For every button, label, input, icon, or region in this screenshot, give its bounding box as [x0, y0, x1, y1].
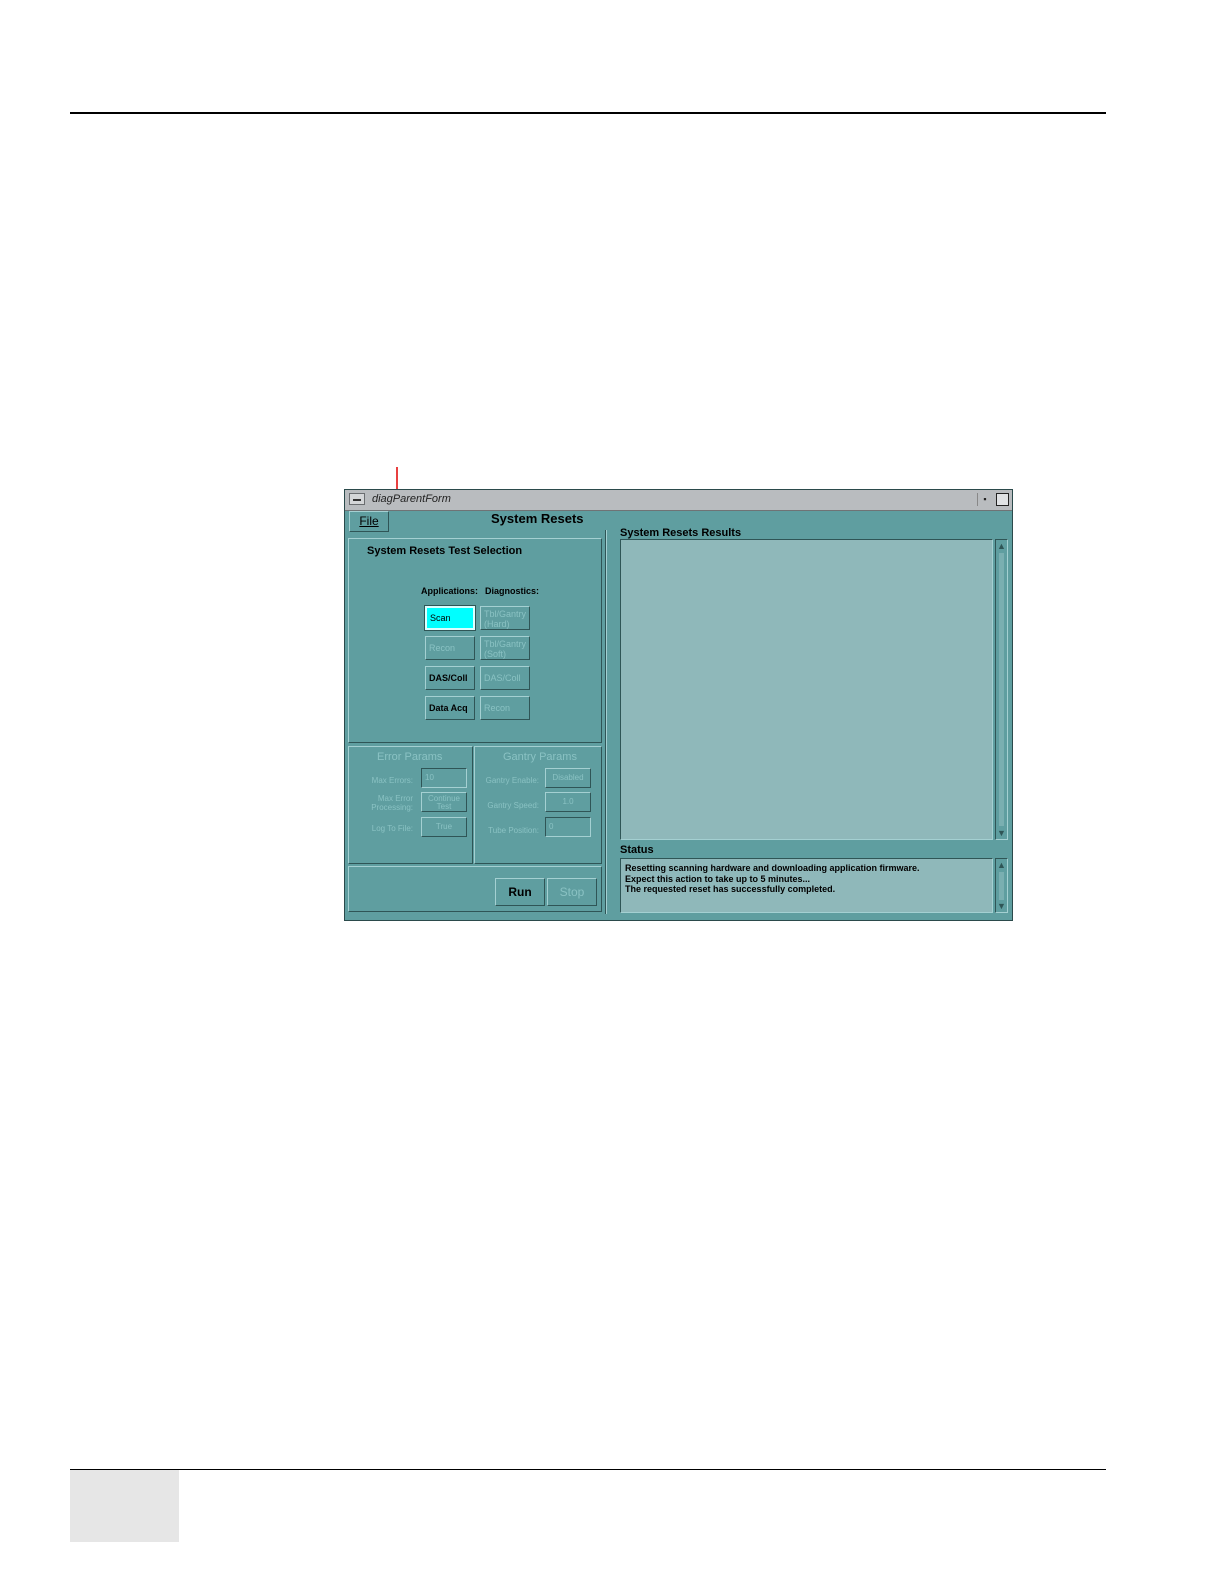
diag-parent-window: diagParentForm ▪ File System Resets Syst… [344, 489, 1013, 921]
max-errors-label: Max Errors: [371, 776, 413, 785]
page-bottom-rule [70, 1469, 1106, 1470]
results-scrollbar[interactable]: ▲ ▼ [995, 539, 1008, 840]
status-scroll-track[interactable] [999, 872, 1004, 900]
log-to-file-button[interactable]: True [421, 817, 467, 837]
page-top-rule [70, 112, 1106, 114]
tube-position-field[interactable]: 0 [545, 817, 591, 837]
status-line: The requested reset has successfully com… [625, 884, 836, 894]
gantry-params-title: Gantry Params [503, 751, 577, 763]
status-line: Expect this action to take up to 5 minut… [625, 873, 811, 884]
action-panel: Run Stop [348, 866, 602, 912]
minimize-icon[interactable]: ▪ [977, 493, 992, 506]
window-title: diagParentForm [372, 493, 451, 505]
file-menu-button[interactable]: File [349, 511, 389, 532]
scroll-up-icon[interactable]: ▲ [997, 541, 1006, 551]
maximize-icon[interactable] [996, 493, 1009, 506]
max-errors-field[interactable]: 10 [421, 768, 467, 788]
panel-divider [605, 530, 607, 914]
gantry-params-panel: Gantry Params Gantry Enable: Disabled Ga… [474, 746, 602, 864]
page-footer-tab [70, 1470, 179, 1542]
results-title: System Resets Results [620, 527, 742, 539]
test-selection-title: System Resets Test Selection [367, 545, 523, 557]
max-error-processing-label: Max Error Processing: [351, 794, 413, 812]
max-error-processing-label-line1: Max Error [377, 794, 413, 803]
diagnostics-header: Diagnostics: [485, 586, 540, 596]
gantry-speed-button[interactable]: 1.0 [545, 792, 591, 812]
results-text-area[interactable] [620, 539, 993, 840]
diag-tbl-gantry-soft-button[interactable]: Tbl/Gantry (Soft) [480, 636, 530, 660]
gantry-enable-button[interactable]: Disabled [545, 768, 591, 788]
results-scroll-track[interactable] [999, 553, 1004, 826]
log-to-file-label: Log To File: [371, 824, 413, 833]
max-error-processing-value-line2: Test [436, 802, 452, 811]
diag-tbl-gantry-soft-line1: Tbl/Gantry [484, 639, 527, 649]
app-data-acq-button[interactable]: Data Acq [425, 696, 475, 720]
run-button[interactable]: Run [495, 878, 545, 906]
diag-tbl-gantry-hard-button[interactable]: Tbl/Gantry (Hard) [480, 606, 530, 630]
test-selection-panel: System Resets Test Selection Application… [348, 538, 602, 743]
error-params-title: Error Params [377, 751, 443, 763]
error-params-panel: Error Params Max Errors: 10 Max Error Pr… [348, 746, 473, 864]
max-error-processing-button[interactable]: Continue Test [421, 792, 467, 812]
applications-header: Applications: [421, 586, 479, 596]
diag-tbl-gantry-hard-line1: Tbl/Gantry [484, 609, 527, 619]
scroll-down-icon[interactable]: ▼ [997, 828, 1006, 838]
app-das-coll-button[interactable]: DAS/Coll [425, 666, 475, 690]
gantry-enable-label: Gantry Enable: [485, 776, 539, 785]
scroll-down-icon[interactable]: ▼ [997, 901, 1006, 911]
diag-tbl-gantry-hard-line2: (Hard) [484, 619, 510, 629]
diag-recon-button[interactable]: Recon [480, 696, 530, 720]
status-text-area[interactable]: Resetting scanning hardware and download… [620, 858, 993, 913]
app-recon-button[interactable]: Recon [425, 636, 475, 660]
scroll-up-icon[interactable]: ▲ [997, 860, 1006, 870]
window-titlebar[interactable]: diagParentForm ▪ [345, 490, 1012, 511]
diag-das-coll-button[interactable]: DAS/Coll [480, 666, 530, 690]
status-scrollbar[interactable]: ▲ ▼ [995, 858, 1008, 913]
stop-button[interactable]: Stop [547, 878, 597, 906]
status-title: Status [620, 844, 654, 856]
tube-position-label: Tube Position: [488, 826, 539, 835]
form-title: System Resets [491, 511, 584, 526]
status-line: Resetting scanning hardware and download… [625, 863, 920, 873]
max-error-processing-label-line2: Processing: [371, 803, 413, 812]
gantry-speed-label: Gantry Speed: [487, 801, 539, 810]
diag-tbl-gantry-soft-line2: (Soft) [484, 649, 507, 659]
window-menu-icon[interactable] [349, 493, 365, 505]
app-scan-button[interactable]: Scan [425, 606, 475, 630]
